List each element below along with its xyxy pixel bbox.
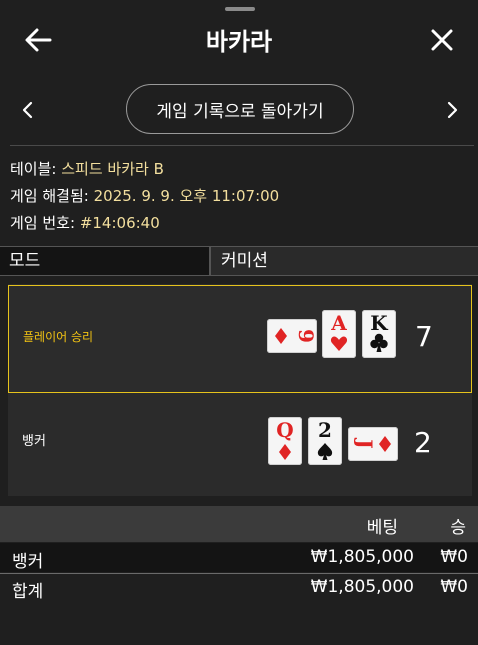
next-game-button[interactable] bbox=[440, 98, 464, 122]
row-label: 합계 bbox=[12, 582, 44, 602]
close-button[interactable] bbox=[426, 24, 458, 56]
table-value: 스피드 바카라 B bbox=[61, 160, 164, 178]
table-row: 합계 ₩1,805,000 ₩0 bbox=[0, 573, 478, 603]
svg-text:J: J bbox=[353, 437, 377, 448]
playing-card-k-club: K bbox=[362, 310, 396, 358]
player-win-label: 플레이어 승리 bbox=[23, 330, 94, 344]
row-label: 뱅커 bbox=[12, 552, 44, 572]
playing-card-9-diamond: 9 bbox=[267, 319, 317, 353]
chevron-right-icon bbox=[447, 101, 458, 119]
round-result-panel: 플레이어 승리 9 A K 7 뱅커 Q 2 J 2 bbox=[8, 284, 472, 496]
settings-header: 모드 커미션 bbox=[0, 246, 478, 276]
playing-card-2-spade: 2 bbox=[308, 417, 342, 465]
divider bbox=[10, 145, 474, 146]
back-to-history-button[interactable]: 게임 기록으로 돌아가기 bbox=[126, 84, 354, 134]
resolved-value: 2025. 9. 9. 오후 11:07:00 bbox=[93, 187, 280, 205]
resolved-info: 게임 해결됨: 2025. 9. 9. 오후 11:07:00 bbox=[10, 185, 279, 206]
svg-text:Q: Q bbox=[276, 418, 293, 442]
svg-text:A: A bbox=[330, 311, 347, 335]
banker-row: 뱅커 Q 2 J 2 bbox=[8, 396, 472, 496]
game-number-info: 게임 번호: #14:06:40 bbox=[10, 212, 160, 233]
player-row: 플레이어 승리 9 A K 7 bbox=[8, 285, 472, 393]
playing-card-j-diamond: J bbox=[348, 427, 398, 461]
player-score: 7 bbox=[415, 320, 433, 353]
page-title: 바카라 bbox=[205, 28, 273, 56]
svg-text:K: K bbox=[370, 311, 388, 335]
playing-card-q-diamond: Q bbox=[268, 417, 302, 465]
banker-score: 2 bbox=[414, 426, 432, 459]
commission-column-header: 커미션 bbox=[221, 251, 268, 271]
header: 바카라 bbox=[0, 18, 478, 62]
banker-label: 뱅커 bbox=[22, 434, 46, 449]
svg-text:9: 9 bbox=[294, 329, 317, 343]
win-column-header: 승 bbox=[450, 518, 466, 538]
svg-text:2: 2 bbox=[318, 418, 332, 442]
resolved-label: 게임 해결됨: bbox=[10, 187, 89, 205]
table-row: 뱅커 ₩1,805,000 ₩0 bbox=[0, 543, 478, 572]
drag-handle[interactable] bbox=[225, 7, 255, 11]
row-win: ₩0 bbox=[440, 547, 468, 567]
row-win: ₩0 bbox=[440, 577, 468, 597]
playing-card-a-heart: A bbox=[322, 310, 356, 358]
chevron-left-icon bbox=[22, 101, 33, 119]
mode-column-header: 모드 bbox=[0, 247, 209, 275]
bet-column-header: 베팅 bbox=[366, 518, 398, 538]
game-nav: 게임 기록으로 돌아가기 bbox=[0, 84, 478, 136]
game-number-value: #14:06:40 bbox=[79, 214, 160, 232]
table-label: 테이블: bbox=[10, 160, 57, 178]
prev-game-button[interactable] bbox=[16, 98, 40, 122]
game-number-label: 게임 번호: bbox=[10, 214, 76, 232]
row-bet: ₩1,805,000 bbox=[310, 547, 414, 567]
bet-summary-header: 베팅 승 bbox=[0, 506, 478, 542]
row-bet: ₩1,805,000 bbox=[310, 577, 414, 597]
table-info: 테이블: 스피드 바카라 B bbox=[10, 158, 164, 179]
close-icon bbox=[431, 29, 453, 51]
